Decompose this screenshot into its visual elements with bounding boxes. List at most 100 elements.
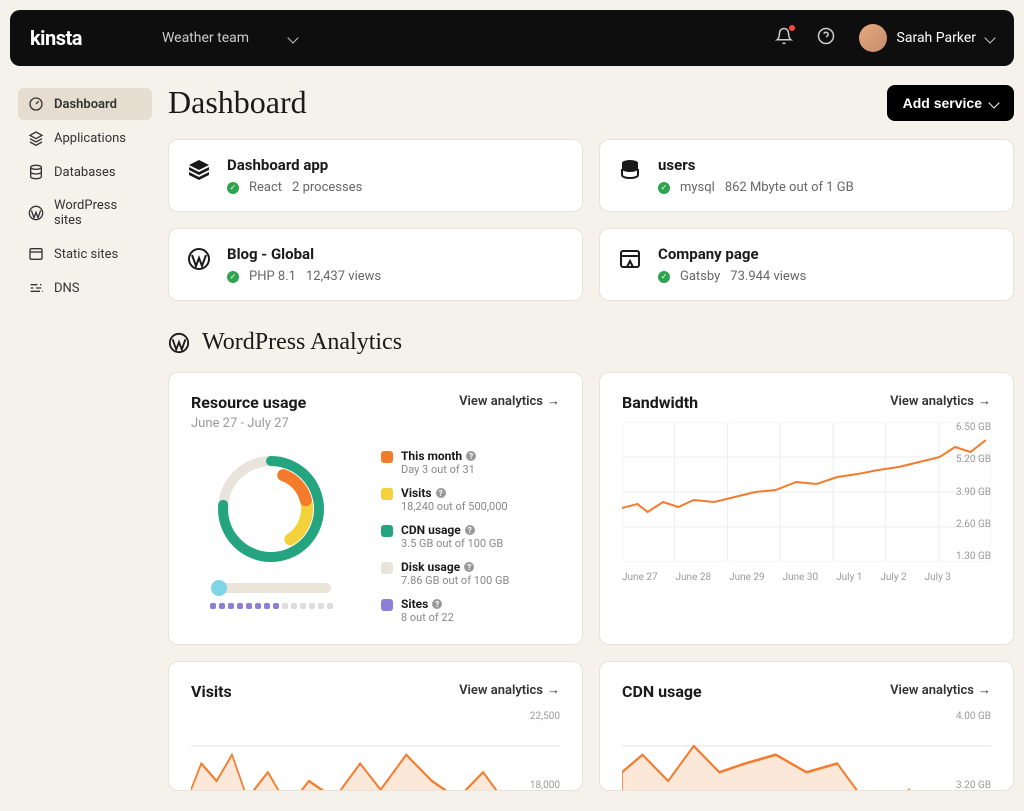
service-tech: PHP 8.1 bbox=[249, 269, 296, 284]
legend-label: Visits ? bbox=[401, 486, 508, 500]
legend-swatch bbox=[381, 451, 393, 463]
y-tick: 2.60 GB bbox=[956, 519, 991, 530]
sidebar-item-wordpress[interactable]: WordPress sites bbox=[18, 190, 152, 236]
sidebar-item-applications[interactable]: Applications bbox=[18, 122, 152, 154]
legend-label: Sites ? bbox=[401, 597, 454, 611]
avatar bbox=[859, 24, 887, 52]
service-title: Blog - Global bbox=[227, 245, 381, 263]
sidebar-item-label: DNS bbox=[54, 281, 80, 296]
cdn-card: CDN usage View analytics→ 4.00 GB3.20 GB bbox=[599, 661, 1014, 791]
x-tick: June 30 bbox=[783, 572, 819, 583]
y-tick: 3.90 GB bbox=[956, 487, 991, 498]
y-tick: 5.20 GB bbox=[956, 454, 991, 465]
service-card-blog[interactable]: Blog - Global PHP 8.1 12,437 views bbox=[168, 228, 583, 301]
add-service-button[interactable]: Add service bbox=[887, 85, 1014, 121]
legend-row: This month ?Day 3 out of 31 bbox=[381, 449, 560, 476]
sidebar-item-label: Dashboard bbox=[54, 97, 117, 112]
sidebar: Dashboard Applications Databases WordPre… bbox=[10, 76, 160, 791]
card-title: Resource usage bbox=[191, 393, 306, 412]
service-card-users[interactable]: users mysql 862 Mbyte out of 1 GB bbox=[599, 139, 1014, 212]
x-tick: June 29 bbox=[729, 572, 765, 583]
service-meta: 2 processes bbox=[292, 180, 362, 195]
cdn-chart bbox=[622, 711, 991, 791]
sidebar-item-dashboard[interactable]: Dashboard bbox=[18, 88, 152, 120]
resource-slider[interactable] bbox=[211, 583, 331, 593]
legend-label: CDN usage ? bbox=[401, 523, 503, 537]
arrow-right-icon: → bbox=[978, 393, 991, 409]
view-analytics-link[interactable]: View analytics→ bbox=[890, 682, 991, 698]
view-analytics-link[interactable]: View analytics→ bbox=[459, 682, 560, 698]
wordpress-icon bbox=[28, 205, 44, 221]
sidebar-item-static[interactable]: Static sites bbox=[18, 238, 152, 270]
help-icon bbox=[817, 27, 835, 45]
sidebar-item-label: WordPress sites bbox=[54, 198, 142, 228]
card-title: CDN usage bbox=[622, 682, 702, 701]
view-analytics-link[interactable]: View analytics→ bbox=[890, 393, 991, 409]
database-icon bbox=[28, 164, 44, 180]
user-name: Sarah Parker bbox=[897, 30, 976, 46]
sidebar-item-dns[interactable]: DNS bbox=[18, 272, 152, 304]
donut-chart bbox=[211, 449, 331, 569]
y-tick: 3.20 GB bbox=[956, 780, 991, 791]
arrow-right-icon: → bbox=[547, 393, 560, 409]
add-service-label: Add service bbox=[903, 95, 982, 111]
notification-dot bbox=[789, 25, 795, 31]
team-name: Weather team bbox=[162, 30, 249, 46]
gauge-icon bbox=[28, 96, 44, 112]
team-selector[interactable]: Weather team bbox=[162, 30, 297, 46]
x-tick: June 27 bbox=[622, 572, 658, 583]
legend-sub: 7.86 GB out of 100 GB bbox=[401, 574, 509, 587]
legend-row: CDN usage ?3.5 GB out of 100 GB bbox=[381, 523, 560, 550]
legend-swatch bbox=[381, 488, 393, 500]
legend-label: This month ? bbox=[401, 449, 476, 463]
section-title: WordPress Analytics bbox=[202, 329, 402, 356]
sidebar-item-label: Databases bbox=[54, 165, 116, 180]
user-menu[interactable]: Sarah Parker bbox=[859, 24, 994, 52]
x-tick: June 28 bbox=[676, 572, 712, 583]
service-meta: 73.944 views bbox=[730, 269, 806, 284]
info-icon: ? bbox=[464, 562, 474, 572]
wordpress-icon bbox=[187, 247, 211, 271]
legend-row: Disk usage ?7.86 GB out of 100 GB bbox=[381, 560, 560, 587]
chevron-down-icon bbox=[988, 97, 999, 108]
info-icon: ? bbox=[432, 599, 442, 609]
sidebar-item-databases[interactable]: Databases bbox=[18, 156, 152, 188]
layers-icon bbox=[28, 130, 44, 146]
notifications-button[interactable] bbox=[775, 27, 793, 49]
status-ok-icon bbox=[227, 182, 239, 194]
service-meta: 12,437 views bbox=[306, 269, 381, 284]
legend-sub: 8 out of 22 bbox=[401, 611, 454, 624]
card-title: Bandwidth bbox=[622, 393, 698, 412]
browser-icon bbox=[28, 246, 44, 262]
legend-sub: Day 3 out of 31 bbox=[401, 463, 476, 476]
arrow-right-icon: → bbox=[978, 682, 991, 698]
legend-swatch bbox=[381, 525, 393, 537]
service-card-dashboard-app[interactable]: Dashboard app React 2 processes bbox=[168, 139, 583, 212]
legend-swatch bbox=[381, 562, 393, 574]
legend-sub: 18,240 out of 500,000 bbox=[401, 500, 508, 513]
sidebar-item-label: Static sites bbox=[54, 247, 118, 262]
sliders-icon bbox=[28, 280, 44, 296]
status-ok-icon bbox=[658, 182, 670, 194]
view-analytics-link[interactable]: View analytics→ bbox=[459, 393, 560, 409]
x-tick: July 2 bbox=[880, 572, 906, 583]
wordpress-icon bbox=[168, 332, 190, 354]
topbar: kinsta Weather team Sarah Parker bbox=[10, 10, 1014, 66]
help-button[interactable] bbox=[817, 27, 835, 49]
chevron-down-icon bbox=[287, 32, 298, 43]
legend-label: Disk usage ? bbox=[401, 560, 509, 574]
service-meta: 862 Mbyte out of 1 GB bbox=[725, 180, 854, 195]
section-heading: WordPress Analytics bbox=[168, 329, 1014, 356]
y-tick: 6.50 GB bbox=[956, 422, 991, 433]
service-title: Dashboard app bbox=[227, 156, 362, 174]
bandwidth-chart bbox=[622, 422, 991, 562]
resource-dots bbox=[210, 603, 333, 609]
info-icon: ? bbox=[466, 451, 476, 461]
page-title: Dashboard bbox=[168, 84, 307, 121]
legend-swatch bbox=[381, 599, 393, 611]
x-tick: July 3 bbox=[925, 572, 951, 583]
legend-sub: 3.5 GB out of 100 GB bbox=[401, 537, 503, 550]
service-card-company[interactable]: Company page Gatsby 73.944 views bbox=[599, 228, 1014, 301]
card-title: Visits bbox=[191, 682, 232, 701]
status-ok-icon bbox=[227, 271, 239, 283]
